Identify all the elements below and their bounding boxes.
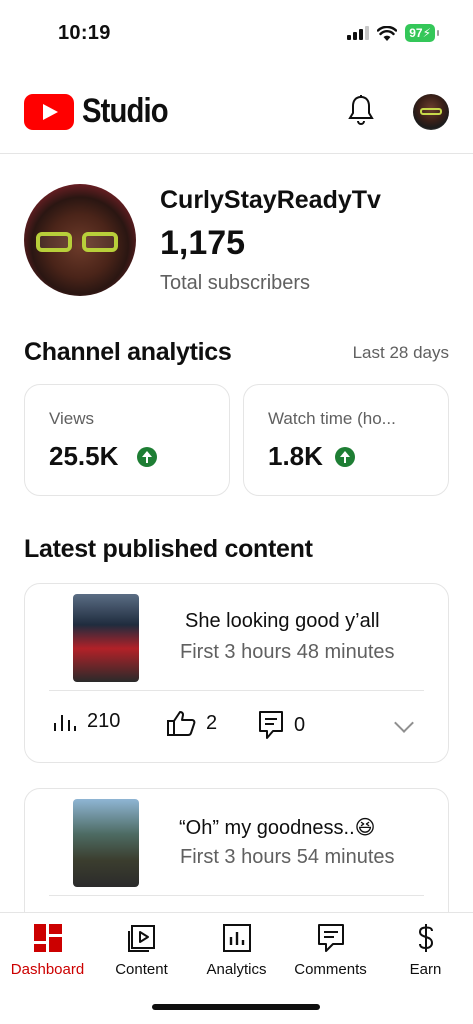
nav-label: Analytics (206, 961, 267, 978)
nav-content[interactable]: Content (94, 913, 189, 993)
app-header: Studio (0, 70, 473, 154)
status-bar: 10:19 97 ⚡ (0, 0, 473, 70)
comments-stat: 0 (258, 710, 305, 740)
comment-icon (259, 711, 283, 739)
channel-avatar[interactable] (24, 184, 136, 296)
nav-label: Content (115, 961, 168, 978)
battery-level: 97 (409, 26, 423, 40)
trend-up-icon (137, 447, 157, 467)
video-title: She looking good y’all (185, 610, 380, 632)
nav-earn[interactable]: Earn (378, 913, 473, 993)
content-icon (127, 925, 155, 952)
nav-label: Comments (294, 961, 367, 978)
metric-label: Watch time (ho... (268, 409, 396, 428)
logo-text: Studio (82, 92, 169, 130)
views-bars-icon (54, 714, 76, 731)
avatar-photo-detail (82, 232, 118, 252)
views-stat: 210 (53, 710, 120, 733)
channel-name: CurlyStayReadyTv (160, 186, 381, 214)
divider (49, 690, 424, 691)
status-icons: 97 ⚡ (347, 24, 439, 42)
battery-icon: 97 ⚡ (405, 24, 439, 42)
video-title: “Oh” my goodness..😆 (179, 817, 376, 839)
channel-analytics-title: Channel analytics (24, 338, 232, 366)
thumbs-up-icon (167, 711, 196, 736)
video-performance: First 3 hours 54 minutes (180, 846, 395, 868)
analytics-range[interactable]: Last 28 days (353, 343, 449, 363)
avatar-photo (420, 108, 442, 115)
status-time: 10:19 (58, 22, 111, 44)
youtube-play-icon (24, 93, 74, 130)
cellular-signal-icon (347, 26, 370, 40)
nav-label: Earn (409, 961, 442, 978)
bottom-nav: Dashboard Content Analytics Comments Ear… (0, 912, 473, 1024)
expand-chevron-icon[interactable] (394, 713, 414, 733)
metric-value: 25.5K (49, 441, 119, 471)
video-thumbnail[interactable] (73, 799, 139, 887)
views-card[interactable]: Views 25.5K (24, 384, 230, 496)
video-card[interactable]: She looking good y’all First 3 hours 48 … (24, 583, 449, 763)
wifi-icon (377, 25, 398, 41)
earn-icon (418, 924, 433, 952)
latest-content-title: Latest published content (24, 535, 313, 563)
nav-analytics[interactable]: Analytics (189, 913, 284, 993)
metric-value: 1.8K (268, 441, 323, 471)
video-thumbnail[interactable] (73, 594, 139, 682)
nav-comments[interactable]: Comments (283, 913, 378, 993)
likes-count: 2 (206, 711, 218, 734)
avatar-photo-detail (36, 232, 72, 252)
nav-dashboard[interactable]: Dashboard (0, 913, 95, 993)
nav-label: Dashboard (10, 961, 85, 978)
home-indicator[interactable] (152, 1004, 320, 1010)
trend-up-icon (335, 447, 355, 467)
likes-stat: 2 (166, 710, 217, 736)
comments-count: 0 (294, 713, 306, 736)
subscriber-label: Total subscribers (160, 272, 311, 294)
views-count: 210 (87, 710, 121, 732)
comments-icon (317, 924, 344, 952)
channel-summary: CurlyStayReadyTv 1,175 Total subscribers (0, 182, 473, 302)
watch-time-card[interactable]: Watch time (ho... 1.8K (243, 384, 449, 496)
video-performance: First 3 hours 48 minutes (180, 641, 395, 663)
account-avatar[interactable] (413, 94, 449, 130)
metric-label: Views (49, 409, 95, 428)
divider (49, 895, 424, 896)
youtube-studio-logo[interactable]: Studio (24, 92, 182, 131)
dashboard-icon (33, 924, 62, 952)
notifications-bell-icon[interactable] (346, 94, 376, 126)
analytics-icon (222, 924, 251, 952)
subscriber-count: 1,175 (160, 224, 246, 262)
